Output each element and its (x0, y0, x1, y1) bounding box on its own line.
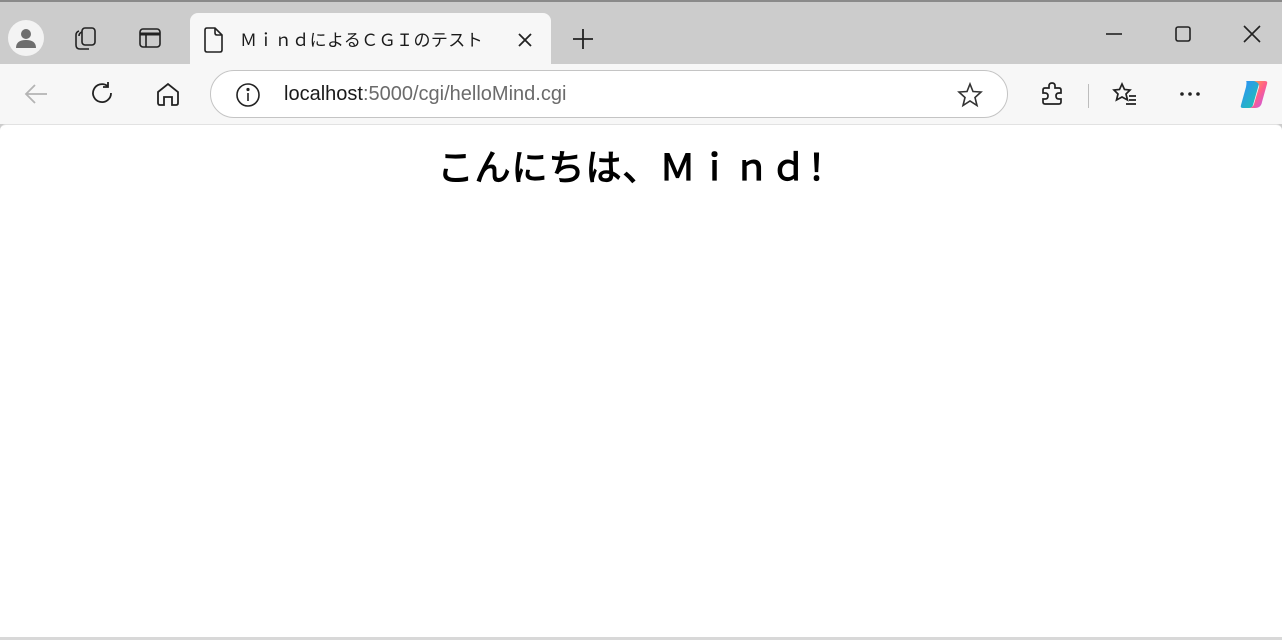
minimize-icon (1106, 33, 1122, 35)
url-host: localhost (284, 83, 363, 105)
close-icon (1243, 25, 1261, 43)
favorites-list-icon (1112, 81, 1136, 105)
home-button[interactable] (147, 73, 189, 115)
browser-window: ＭｉｎｄによるＣＧＩのテスト localhost:5000/cgi/helloM… (0, 0, 1282, 640)
refresh-button[interactable] (81, 73, 123, 115)
back-button[interactable] (15, 73, 57, 115)
maximize-icon (1175, 26, 1191, 42)
info-icon[interactable] (234, 81, 262, 109)
address-bar[interactable]: localhost:5000/cgi/helloMind.cgi (210, 70, 1008, 118)
page-content: こんにちは、Ｍｉｎｄ！ (0, 124, 1282, 638)
profile-avatar-icon (8, 20, 44, 56)
document-icon (204, 27, 223, 53)
puzzle-icon (1042, 82, 1062, 105)
vertical-tabs-icon (139, 28, 161, 48)
close-window-button[interactable] (1230, 14, 1274, 54)
tab-title: ＭｉｎｄによるＣＧＩのテスト (240, 31, 484, 50)
more-button[interactable] (1169, 73, 1211, 115)
minimize-button[interactable] (1092, 14, 1136, 54)
home-icon (157, 82, 179, 106)
tab-close-button[interactable] (512, 27, 538, 53)
plus-icon (573, 29, 593, 49)
copilot-button[interactable] (1233, 73, 1275, 115)
maximize-button[interactable] (1161, 14, 1205, 54)
star-icon[interactable] (956, 81, 984, 109)
workspaces-button[interactable] (66, 18, 106, 58)
copilot-icon (1240, 81, 1268, 108)
back-arrow-icon (24, 84, 47, 104)
url-path: :5000/cgi/helloMind.cgi (362, 83, 567, 105)
ellipsis-icon (1180, 92, 1200, 96)
profile-button[interactable] (7, 19, 45, 57)
page-heading: こんにちは、Ｍｉｎｄ！ (437, 148, 845, 189)
favorites-button[interactable] (1104, 73, 1146, 115)
tab-actions-button[interactable] (130, 18, 170, 58)
tab-active[interactable]: ＭｉｎｄによるＣＧＩのテスト (190, 13, 551, 65)
navigation-toolbar: localhost:5000/cgi/helloMind.cgi (0, 64, 1282, 124)
workspaces-icon (75, 27, 96, 50)
new-tab-button[interactable] (563, 19, 603, 59)
close-icon (518, 33, 532, 47)
refresh-icon (92, 82, 112, 104)
tab-strip: ＭｉｎｄによるＣＧＩのテスト (0, 2, 1282, 65)
toolbar-separator (1088, 84, 1089, 108)
extensions-button[interactable] (1031, 73, 1073, 115)
url-text[interactable]: localhost:5000/cgi/helloMind.cgi (284, 83, 566, 106)
